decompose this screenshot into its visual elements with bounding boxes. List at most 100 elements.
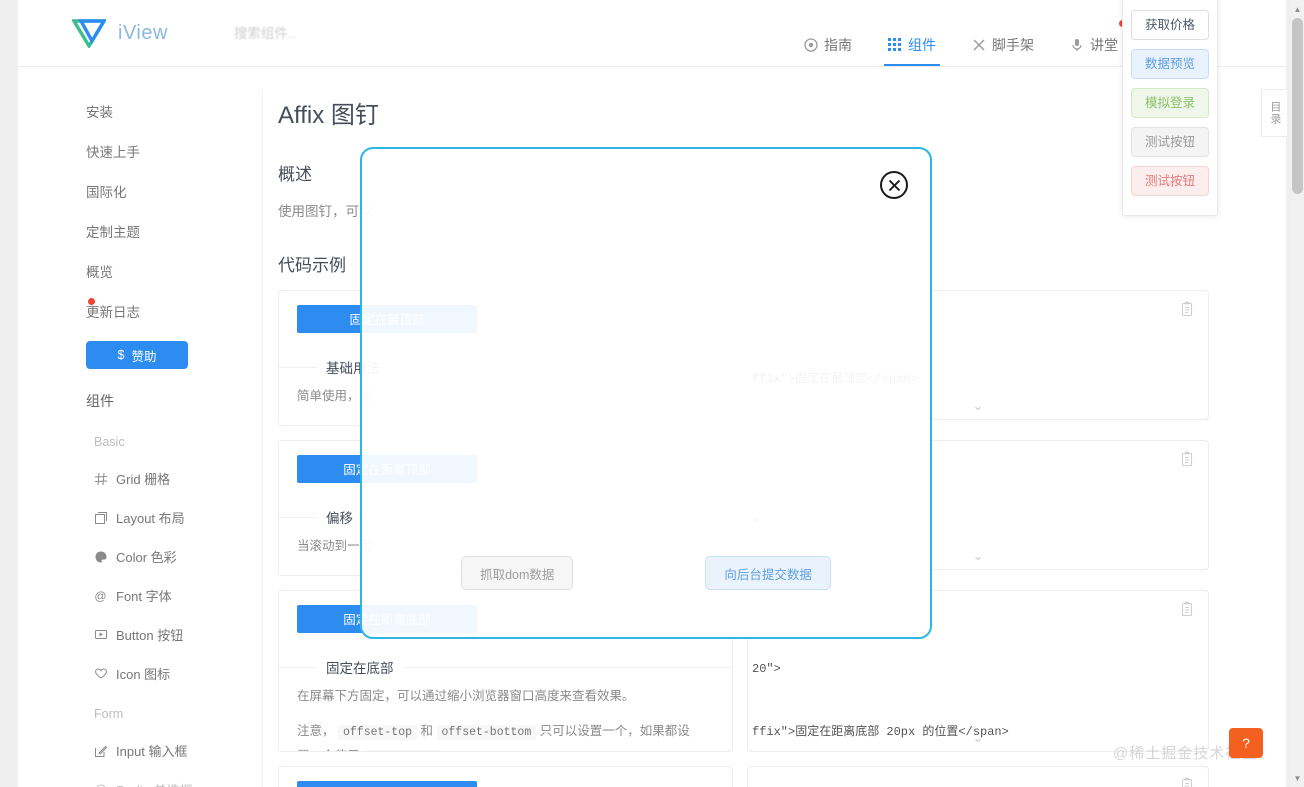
- page-title: Affix 图钉: [278, 102, 379, 129]
- test-button-red[interactable]: 测试按钮: [1131, 166, 1209, 196]
- demo-title: 偏移: [317, 506, 362, 527]
- clipboard-icon[interactable]: [1180, 777, 1194, 787]
- at-icon: @: [94, 588, 107, 603]
- note-code-2: offset-bottom: [436, 724, 537, 740]
- mock-login-button[interactable]: 模拟登录: [1131, 88, 1209, 118]
- grid-icon: [888, 38, 902, 52]
- sidebar-item-quickstart[interactable]: 快速上手: [64, 131, 262, 171]
- code-card: <template>: [747, 765, 1209, 787]
- sidebar-item-label: Grid 栅格: [116, 472, 171, 487]
- sidebar-item-color[interactable]: Color 色彩: [64, 537, 262, 576]
- demo-row-4: <template>: [278, 765, 1213, 787]
- sidebar-item-label: Icon 图标: [116, 667, 171, 682]
- note-code-1: offset-top: [338, 724, 418, 740]
- affix-demo-bar: [297, 780, 477, 787]
- code-line: 20">: [752, 661, 781, 676]
- note-prefix: 注意，: [297, 723, 335, 738]
- overlay-modal: 抓取dom数据 向后台提交数据: [360, 147, 932, 639]
- demo-card: [278, 765, 733, 787]
- changelog-badge-dot: [88, 298, 95, 305]
- sidebar-item-label: 概览: [86, 265, 113, 280]
- caret-down-icon[interactable]: ▼: [1291, 771, 1304, 785]
- palette-icon: [94, 550, 107, 563]
- sidebar-item-font[interactable]: @ Font 字体: [64, 576, 262, 615]
- sidebar-item-label: 定制主题: [86, 225, 140, 240]
- sidebar-item-install[interactable]: 安装: [64, 91, 262, 131]
- toc-tab[interactable]: 目录: [1261, 89, 1287, 137]
- sidebar-item-label: Input 输入框: [116, 744, 188, 759]
- layout-icon: [94, 511, 107, 524]
- sidebar-group-form: Form: [94, 707, 124, 721]
- nav-label: 指南: [824, 37, 852, 53]
- site-header: iView 指南 组件: [18, 0, 1286, 67]
- clipboard-icon[interactable]: [1180, 601, 1194, 617]
- sidebar-item-label: Color 色彩: [116, 550, 177, 565]
- sidebar-item-label: 国际化: [86, 185, 127, 200]
- scrollbar-thumb[interactable]: [1292, 18, 1303, 194]
- sidebar-item-label: Button 按钮: [116, 628, 184, 643]
- sidebar-item-i18n[interactable]: 国际化: [64, 171, 262, 211]
- brand-name: iView: [118, 21, 168, 44]
- sidebar-item-label: Radio 单选框: [116, 780, 193, 787]
- modal-actions: 抓取dom数据 向后台提交数据: [362, 556, 930, 590]
- sidebar-item-label: Font 字体: [116, 589, 172, 604]
- sidebar-item-label: 更新日志: [86, 305, 140, 320]
- test-button-grey[interactable]: 测试按钮: [1131, 127, 1209, 157]
- sidebar-item-layout[interactable]: Layout 布局: [64, 498, 262, 537]
- sidebar-item-overview[interactable]: 概览: [64, 251, 262, 291]
- data-preview-button[interactable]: 数据预览: [1131, 49, 1209, 79]
- sidebar-item-theme[interactable]: 定制主题: [64, 211, 262, 251]
- dollar-icon: $: [117, 348, 125, 362]
- donate-label: 赞助: [131, 349, 157, 364]
- scrape-dom-button[interactable]: 抓取dom数据: [461, 556, 574, 590]
- question-icon: ?: [1242, 735, 1250, 751]
- demo-divider: [297, 516, 313, 518]
- demo-meta: 固定在底部 在屏幕下方固定，可以通过缩小浏览器窗口高度来查看效果。 注意， of…: [279, 656, 732, 751]
- sidebar-item-button[interactable]: Button 按钮: [64, 615, 262, 654]
- sidebar-divider: [262, 91, 263, 787]
- floating-action-panel: 获取价格 数据预览 模拟登录 测试按钮 测试按钮: [1122, 0, 1218, 216]
- caret-up-icon[interactable]: ▲: [1291, 2, 1304, 16]
- sidebar-item-label: Layout 布局: [116, 511, 185, 526]
- button-icon: [94, 628, 107, 641]
- sidebar-item-label: 快速上手: [86, 145, 140, 160]
- nav-item-components[interactable]: 组件: [870, 0, 954, 66]
- submit-data-button[interactable]: 向后台提交数据: [705, 556, 831, 590]
- search-box[interactable]: [233, 17, 474, 49]
- donate-button[interactable]: $ 赞助: [86, 341, 188, 369]
- demo-description: 在屏幕下方固定，可以通过缩小浏览器窗口高度来查看效果。: [297, 688, 635, 703]
- nav-label: 讲堂: [1090, 37, 1118, 53]
- nav-item-scaffold[interactable]: 脚手架: [954, 0, 1052, 66]
- heart-icon: [94, 667, 107, 680]
- demo-divider: [297, 666, 313, 668]
- brand[interactable]: iView: [72, 18, 168, 48]
- demo-title: 固定在底部: [317, 656, 403, 677]
- sidebar-item-radio[interactable]: Radio 单选框: [64, 770, 262, 787]
- nav-label: 组件: [908, 37, 936, 53]
- left-sidebar: 安装 快速上手 国际化 定制主题 概览 更新日志 $ 赞助 组件 Basic G…: [64, 91, 262, 787]
- sidebar-item-icon[interactable]: Icon 图标: [64, 654, 262, 693]
- compass-icon: [804, 38, 818, 52]
- code-block: <template>: [748, 767, 1208, 787]
- demo-divider: [297, 366, 313, 368]
- nav-item-guide[interactable]: 指南: [786, 0, 870, 66]
- note-code-3: offset-top: [363, 749, 443, 751]
- sidebar-item-label: 安装: [86, 105, 113, 120]
- help-fab-button[interactable]: ?: [1229, 728, 1263, 758]
- search-input[interactable]: [233, 25, 474, 41]
- sidebar-item-grid[interactable]: Grid 栅格: [64, 459, 262, 498]
- sidebar-item-changelog[interactable]: 更新日志: [64, 291, 262, 331]
- nav-label: 脚手架: [992, 37, 1034, 53]
- sidebar-item-input[interactable]: Input 输入框: [64, 731, 262, 770]
- tools-icon: [972, 38, 986, 52]
- demo-stage: [279, 767, 732, 787]
- sidebar-group-basic: Basic: [94, 435, 125, 449]
- demo-note: 注意， offset-top 和 offset-bottom 只可以设置一个，如…: [297, 719, 714, 751]
- close-circle-icon[interactable]: [880, 171, 908, 199]
- clipboard-icon[interactable]: [1180, 451, 1194, 467]
- microphone-icon: [1070, 38, 1084, 52]
- get-price-button[interactable]: 获取价格: [1131, 10, 1209, 40]
- clipboard-icon[interactable]: [1180, 301, 1194, 317]
- page-scrollbar[interactable]: ▲ ▼: [1291, 0, 1304, 787]
- radio-icon: [94, 783, 107, 787]
